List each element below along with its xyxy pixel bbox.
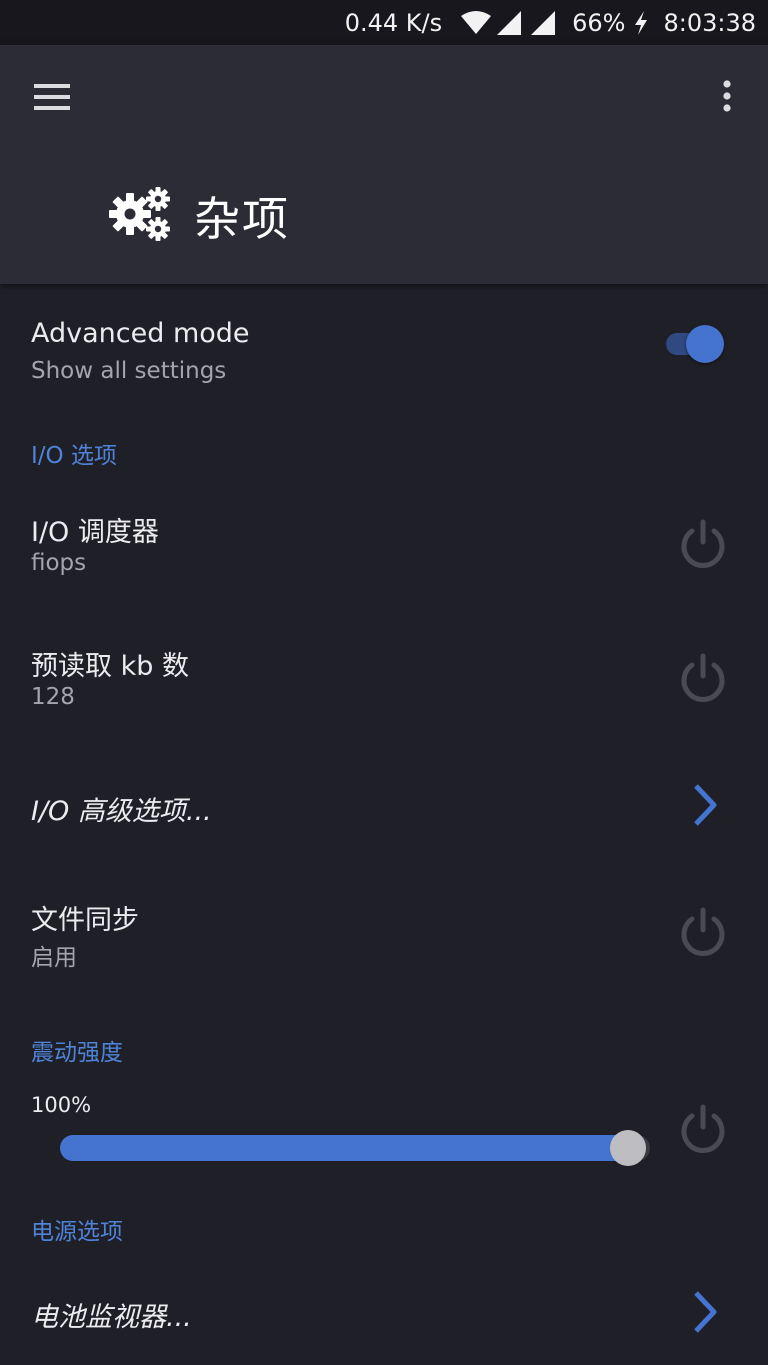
hamburger-menu-icon[interactable]	[30, 77, 74, 117]
read-ahead-row[interactable]: 预读取 kb 数 128	[0, 632, 768, 732]
power-icon[interactable]	[676, 905, 730, 959]
toggle-thumb	[686, 325, 724, 363]
section-header-power: 电源选项	[31, 1219, 123, 1245]
gears-icon	[108, 184, 174, 248]
power-icon[interactable]	[676, 1102, 730, 1156]
wifi-icon	[460, 10, 492, 36]
charging-icon	[633, 10, 649, 36]
io-scheduler-title: I/O 调度器	[31, 517, 159, 548]
status-bar: 0.44 K/s 66% 8:03:38	[0, 0, 768, 45]
vibration-value: 100%	[31, 1093, 92, 1117]
battery-monitor-row[interactable]: 电池监视器...	[0, 1268, 768, 1358]
fsync-title: 文件同步	[31, 905, 139, 936]
signal-icon-2	[530, 10, 556, 36]
advanced-mode-title: Advanced mode	[31, 318, 250, 349]
battery-percent: 66%	[572, 8, 626, 37]
slider-thumb[interactable]	[610, 1130, 646, 1166]
slider-fill	[60, 1135, 628, 1161]
section-header-io: I/O 选项	[31, 443, 117, 469]
chevron-right-icon	[684, 1289, 726, 1335]
fsync-summary: 启用	[31, 945, 77, 971]
fsync-row[interactable]: 文件同步 启用	[0, 886, 768, 986]
page-title-block: 杂项	[108, 183, 290, 249]
signal-icon	[496, 10, 522, 36]
read-ahead-title: 预读取 kb 数	[31, 651, 189, 682]
advanced-mode-summary: Show all settings	[31, 358, 227, 384]
app-bar: 杂项	[0, 45, 768, 284]
io-advanced-title: I/O 高级选项...	[31, 796, 212, 827]
chevron-right-icon	[684, 782, 726, 828]
advanced-mode-toggle[interactable]	[664, 324, 726, 364]
read-ahead-summary: 128	[31, 684, 75, 710]
power-icon[interactable]	[676, 651, 730, 705]
vibration-slider[interactable]	[60, 1122, 650, 1166]
power-icon[interactable]	[676, 517, 730, 571]
more-vert-icon[interactable]	[712, 77, 742, 117]
advanced-mode-row[interactable]: Advanced mode Show all settings	[0, 302, 768, 402]
io-scheduler-summary: fiops	[31, 550, 87, 576]
network-speed: 0.44 K/s	[344, 8, 443, 37]
io-advanced-row[interactable]: I/O 高级选项...	[0, 762, 768, 852]
clock: 8:03:38	[663, 8, 756, 37]
vibration-row: 100%	[0, 1090, 768, 1172]
io-scheduler-row[interactable]: I/O 调度器 fiops	[0, 498, 768, 598]
battery-monitor-title: 电池监视器...	[31, 1302, 192, 1333]
page-title: 杂项	[194, 192, 290, 246]
section-header-vibration: 震动强度	[31, 1040, 123, 1066]
